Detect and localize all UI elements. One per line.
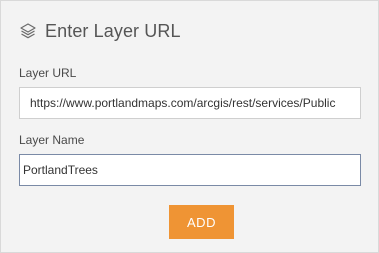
add-button[interactable]: ADD xyxy=(169,205,234,239)
panel-header: Enter Layer URL xyxy=(19,18,181,44)
enter-layer-url-panel: Enter Layer URL Layer URL Layer Name ADD xyxy=(0,0,379,253)
layer-name-input[interactable] xyxy=(19,154,361,186)
layers-icon xyxy=(19,22,37,40)
layer-url-input[interactable] xyxy=(19,87,361,119)
layer-url-label: Layer URL xyxy=(19,66,77,80)
page-title: Enter Layer URL xyxy=(45,20,181,41)
layer-name-label: Layer Name xyxy=(19,133,85,147)
